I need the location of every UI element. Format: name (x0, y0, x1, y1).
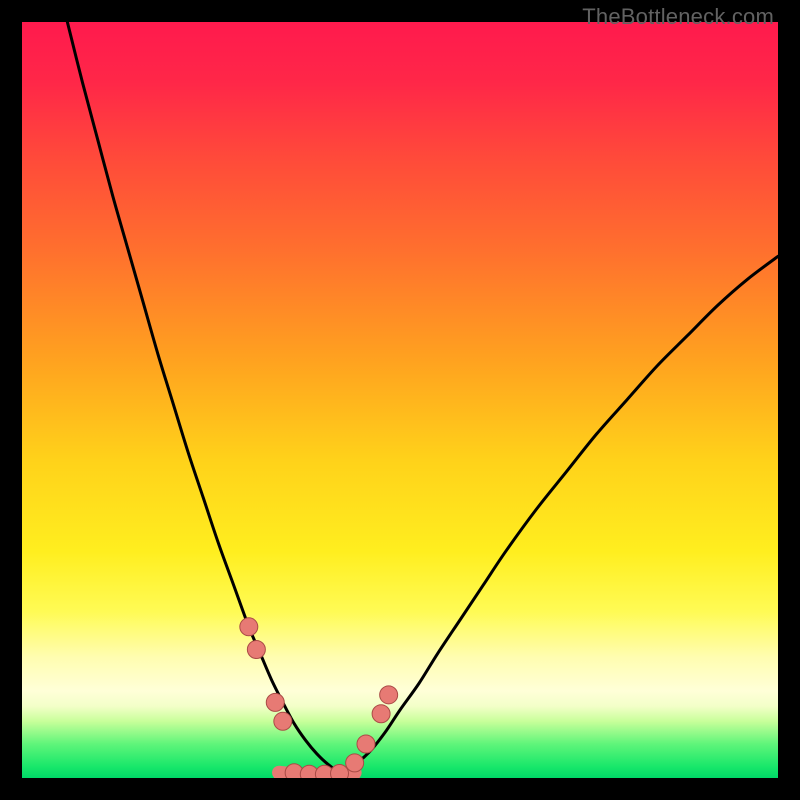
bottleneck-chart (22, 22, 778, 778)
data-marker (380, 686, 398, 704)
data-marker (331, 764, 349, 778)
data-marker (372, 705, 390, 723)
data-marker (240, 618, 258, 636)
data-marker (266, 693, 284, 711)
data-marker (346, 754, 364, 772)
chart-frame (22, 22, 778, 778)
chart-background (22, 22, 778, 778)
data-marker (247, 640, 265, 658)
watermark-text: TheBottleneck.com (582, 4, 774, 30)
data-marker (274, 712, 292, 730)
data-marker (357, 735, 375, 753)
